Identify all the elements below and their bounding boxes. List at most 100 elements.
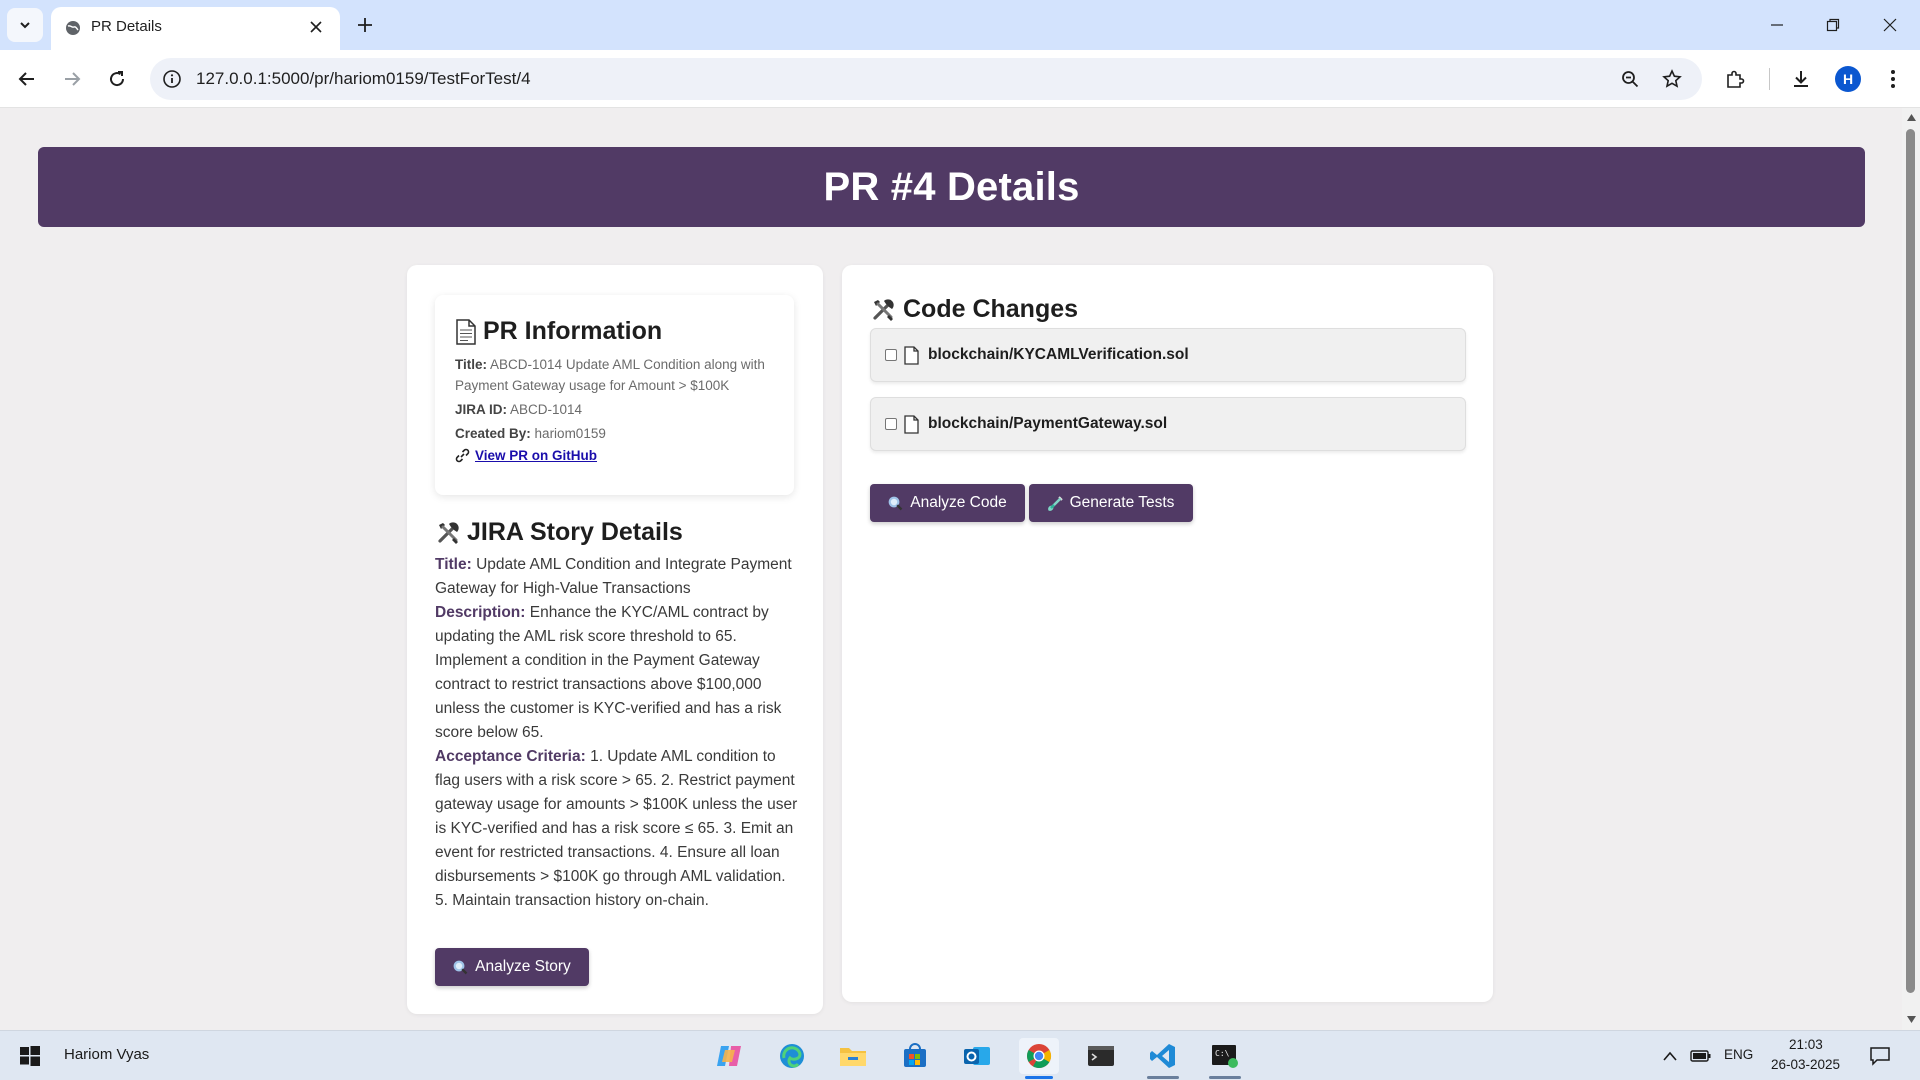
browser-tab[interactable]: PR Details — [51, 7, 340, 50]
extensions-button[interactable] — [1721, 65, 1749, 93]
address-bar[interactable]: 127.0.0.1:5000/pr/hariom0159/TestForTest… — [150, 58, 1702, 100]
file-checkbox[interactable] — [885, 418, 897, 430]
reload-button[interactable] — [102, 64, 132, 94]
view-on-github-label: View PR on GitHub — [475, 448, 598, 463]
code-changes-panel: Code Changes blockchain/KYCAMLVerificati… — [842, 265, 1493, 1002]
tools-icon — [873, 298, 894, 321]
arrow-left-icon — [18, 72, 34, 86]
outlook-app[interactable] — [957, 1038, 997, 1074]
jira-story-heading: JIRA Story Details — [467, 518, 683, 546]
clock-date[interactable]: 26-03-2025 — [1771, 1057, 1840, 1072]
file-icon — [904, 414, 919, 434]
star-icon — [1662, 69, 1682, 88]
left-panel: PR Information Title: ABCD-1014 Update A… — [407, 265, 823, 1014]
terminal-app[interactable] — [1081, 1038, 1121, 1074]
generate-tests-button[interactable]: Generate Tests — [1029, 484, 1193, 522]
menu-button[interactable] — [1879, 65, 1907, 93]
battery-icon — [1690, 1050, 1711, 1062]
file-row-kycaml[interactable]: blockchain/KYCAMLVerification.sol — [870, 328, 1466, 382]
running-indicator — [1147, 1076, 1179, 1079]
chevron-up-icon — [1663, 1051, 1677, 1061]
new-tab-button[interactable] — [352, 12, 378, 38]
magnifier-icon — [453, 960, 468, 974]
file-name: blockchain/KYCAMLVerification.sol — [928, 346, 1189, 363]
file-explorer-app[interactable] — [833, 1038, 873, 1074]
zoom-button[interactable] — [1619, 68, 1641, 90]
analyze-code-button[interactable]: Analyze Code — [870, 484, 1025, 522]
tab-search-button[interactable] — [7, 8, 43, 42]
scroll-up-icon[interactable] — [1907, 114, 1916, 121]
start-button[interactable] — [10, 1038, 50, 1074]
pr-author-label: Created By: — [455, 426, 531, 441]
arrow-right-icon — [65, 72, 81, 86]
puzzle-icon — [1727, 70, 1745, 88]
edge-icon — [780, 1044, 804, 1068]
page-scrollbar[interactable] — [1902, 108, 1920, 1030]
generate-tests-label: Generate Tests — [1069, 494, 1175, 511]
url-text: 127.0.0.1:5000/pr/hariom0159/TestForTest… — [196, 69, 531, 88]
window-close-button[interactable] — [1877, 12, 1903, 38]
bookmark-button[interactable] — [1661, 68, 1683, 90]
analyze-story-button[interactable]: Analyze Story — [435, 948, 589, 986]
svg-text:C:\: C:\ — [1215, 1049, 1230, 1058]
windows-logo-icon — [20, 1046, 40, 1066]
command-prompt-icon: C:\ — [1212, 1045, 1238, 1068]
file-checkbox[interactable] — [885, 349, 897, 361]
magnifier-icon — [888, 496, 903, 510]
store-icon — [904, 1043, 926, 1067]
vscode-app[interactable] — [1143, 1038, 1183, 1079]
zoom-out-icon — [1622, 71, 1639, 88]
more-vertical-icon — [1891, 70, 1895, 88]
pr-info-heading: PR Information — [483, 317, 663, 345]
tools-icon — [438, 521, 459, 544]
back-button[interactable] — [12, 64, 42, 94]
close-icon — [1883, 18, 1897, 32]
chrome-app[interactable] — [1019, 1038, 1059, 1079]
forward-button[interactable] — [57, 64, 87, 94]
vscode-icon — [1150, 1044, 1175, 1068]
test-tube-icon — [1047, 495, 1063, 511]
edge-app[interactable] — [772, 1038, 812, 1074]
pr-jira-label: JIRA ID: — [455, 402, 508, 417]
jira-title-label: Title: — [435, 556, 472, 573]
jira-title-row: Title: Update AML Condition and Integrat… — [435, 553, 800, 601]
jira-criteria-row: Acceptance Criteria: 1. Update AML condi… — [435, 745, 800, 913]
store-app[interactable] — [895, 1038, 935, 1074]
page-header-banner: PR #4 Details — [38, 147, 1865, 227]
jira-description-value: Enhance the KYC/AML contract by updating… — [435, 604, 782, 741]
view-on-github-link[interactable]: View PR on GitHub — [455, 448, 776, 463]
file-row-payment-gateway[interactable]: blockchain/PaymentGateway.sol — [870, 397, 1466, 451]
browser-tabstrip: PR Details — [0, 0, 1920, 50]
pr-title-row: Title: ABCD-1014 Update AML Condition al… — [455, 354, 776, 396]
clock-time[interactable]: 21:03 — [1789, 1037, 1823, 1052]
tab-close-button[interactable] — [306, 17, 326, 37]
battery-button[interactable] — [1684, 1038, 1718, 1074]
page-title: PR #4 Details — [823, 164, 1080, 209]
show-hidden-icons-button[interactable] — [1652, 1038, 1688, 1074]
windows-taskbar: Hariom Vyas C:\ ENG 21:03 26-03-2025 — [0, 1030, 1920, 1080]
language-indicator[interactable]: ENG — [1724, 1047, 1753, 1062]
pr-info-card: PR Information Title: ABCD-1014 Update A… — [435, 295, 794, 495]
pr-author-row: Created By: hariom0159 — [455, 423, 776, 444]
command-prompt-app[interactable]: C:\ — [1205, 1038, 1245, 1079]
jira-story-section: JIRA Story Details Title: Update AML Con… — [435, 518, 800, 913]
pr-info-header: PR Information — [455, 317, 776, 346]
restore-button[interactable] — [1820, 12, 1846, 38]
restore-icon — [1826, 18, 1840, 32]
copilot-icon — [717, 1046, 741, 1066]
toolbar-divider — [1769, 68, 1770, 90]
minimize-button[interactable] — [1764, 12, 1790, 38]
downloads-button[interactable] — [1787, 65, 1815, 93]
message-icon — [1870, 1047, 1890, 1066]
taskbar-user-name[interactable]: Hariom Vyas — [64, 1046, 149, 1063]
copilot-app[interactable] — [710, 1038, 750, 1074]
jira-description-row: Description: Enhance the KYC/AML contrac… — [435, 601, 800, 745]
scroll-down-icon[interactable] — [1907, 1016, 1916, 1023]
jira-criteria-value: 1. Update AML condition to flag users wi… — [435, 748, 798, 909]
notifications-button[interactable] — [1860, 1038, 1900, 1074]
scroll-thumb[interactable] — [1906, 129, 1915, 993]
profile-avatar[interactable]: H — [1835, 66, 1861, 92]
analyze-code-label: Analyze Code — [910, 494, 1007, 511]
tab-title: PR Details — [91, 18, 162, 35]
pr-title-value: ABCD-1014 Update AML Condition along wit… — [455, 357, 765, 393]
